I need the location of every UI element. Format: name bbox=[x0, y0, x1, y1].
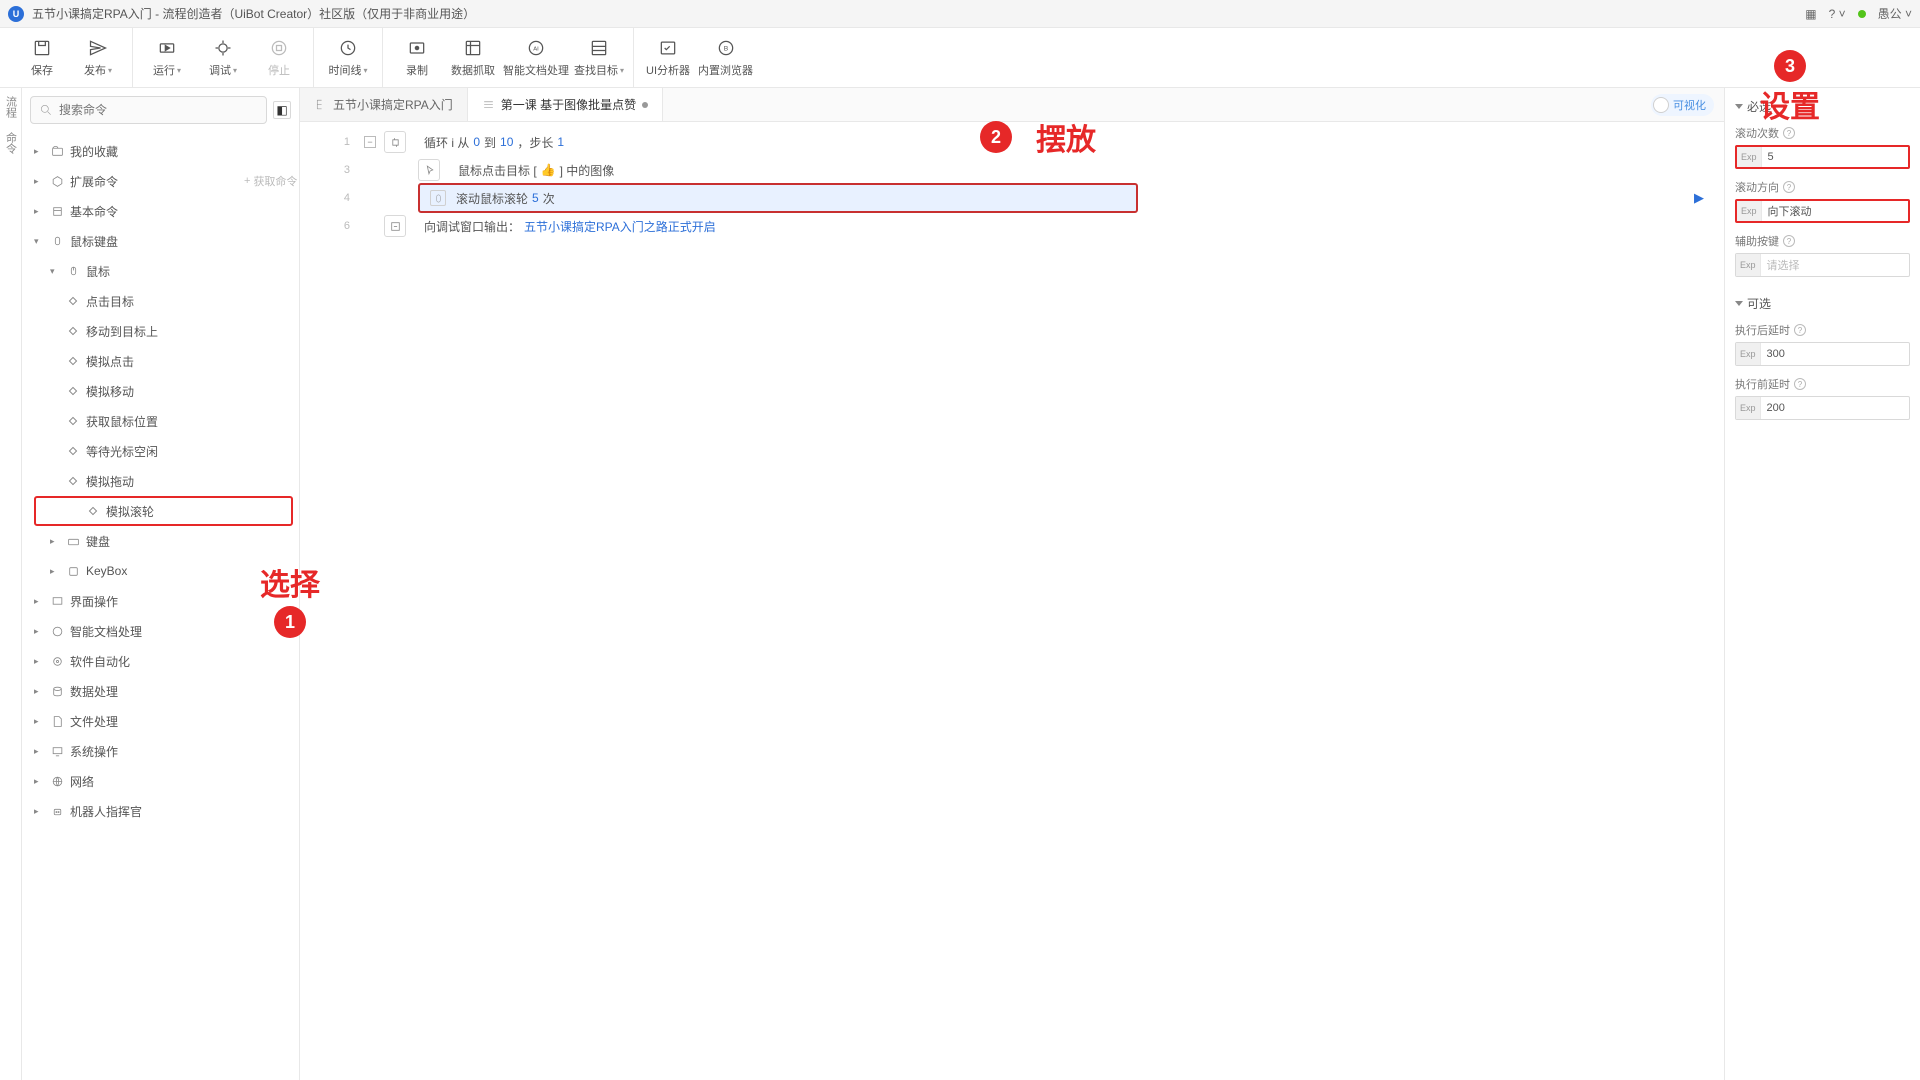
label-scroll-count: 滚动次数? bbox=[1735, 125, 1910, 141]
publish-button[interactable]: 发布▾ bbox=[72, 32, 124, 84]
help-icon[interactable]: ? ˅ bbox=[1829, 7, 1846, 21]
app-title: 五节小课搞定RPA入门 - 流程创造者（UiBot Creator）社区版（仅用… bbox=[32, 5, 475, 22]
scroll-command[interactable]: 滚动鼠标滚轮 5 次 bbox=[418, 183, 1138, 213]
apps-icon[interactable]: ▦ bbox=[1805, 7, 1816, 21]
sidebar-tab-command[interactable]: 命令 bbox=[3, 132, 19, 154]
tree-mouse[interactable]: ▾鼠标 bbox=[22, 256, 299, 286]
svg-text:B: B bbox=[723, 46, 728, 53]
run-step-icon[interactable]: ▶ bbox=[1694, 190, 1704, 206]
user-menu[interactable]: 愚公 ˅ bbox=[1878, 5, 1912, 22]
label-aux-key: 辅助按键? bbox=[1735, 233, 1910, 249]
timeline-button[interactable]: 时间线▾ bbox=[322, 32, 374, 84]
tree-sim-wheel[interactable]: 模拟滚轮 bbox=[34, 496, 293, 526]
tree-smartdoc[interactable]: ▸智能文档处理 bbox=[22, 616, 299, 646]
find-target-button[interactable]: 查找目标▾ bbox=[573, 32, 625, 84]
command-tree: ▸我的收藏 ▸扩展命令+ 获取命令 ▸基本命令 ▾鼠标键盘 ▾鼠标 点击目标 移… bbox=[22, 132, 299, 1080]
tree-dataproc[interactable]: ▸数据处理 bbox=[22, 676, 299, 706]
tree-keyboard[interactable]: ▸键盘 bbox=[22, 526, 299, 556]
collapse-panel-icon[interactable]: ◧ bbox=[273, 101, 291, 119]
run-button[interactable]: 运行▾ bbox=[141, 32, 193, 84]
input-delay-before[interactable]: Exp200 bbox=[1735, 396, 1910, 420]
label-scroll-dir: 滚动方向? bbox=[1735, 179, 1910, 195]
line-number: 3 bbox=[308, 164, 356, 176]
tree-ui-ops[interactable]: ▸界面操作 bbox=[22, 586, 299, 616]
tree-wait-cursor[interactable]: 等待光标空闲 bbox=[22, 436, 299, 466]
tabbar: 五节小课搞定RPA入门 第一课 基于图像批量点赞 可视化 bbox=[300, 88, 1724, 122]
toolbar: 保存 发布▾ 运行▾ 调试▾ 停止 时间线▾ 录制 数据抓取 AI智能文档处理 … bbox=[0, 28, 1920, 88]
status-dot-icon bbox=[1858, 10, 1866, 18]
scroll-icon bbox=[430, 190, 446, 206]
loop-icon bbox=[384, 131, 406, 153]
tree-network[interactable]: ▸网络 bbox=[22, 766, 299, 796]
input-scroll-count[interactable]: Exp5 bbox=[1735, 145, 1910, 169]
titlebar: U 五节小课搞定RPA入门 - 流程创造者（UiBot Creator）社区版（… bbox=[0, 0, 1920, 28]
visual-toggle[interactable]: 可视化 bbox=[1651, 94, 1714, 116]
command-panel: ◧ ▸我的收藏 ▸扩展命令+ 获取命令 ▸基本命令 ▾鼠标键盘 ▾鼠标 点击目标… bbox=[22, 88, 300, 1080]
click-icon bbox=[418, 159, 440, 181]
tree-sim-click[interactable]: 模拟点击 bbox=[22, 346, 299, 376]
label-delay-before: 执行前延时? bbox=[1735, 376, 1910, 392]
smartdoc-button[interactable]: AI智能文档处理 bbox=[503, 32, 569, 84]
tree-fileproc[interactable]: ▸文件处理 bbox=[22, 706, 299, 736]
capture-button[interactable]: 数据抓取 bbox=[447, 32, 499, 84]
input-delay-after[interactable]: Exp300 bbox=[1735, 342, 1910, 366]
tree-keybox[interactable]: ▸KeyBox bbox=[22, 556, 299, 586]
properties-panel: 必选 滚动次数? Exp5 滚动方向? Exp向下滚动 辅助按键? Exp请选择… bbox=[1724, 88, 1920, 1080]
tab-lesson1[interactable]: 第一课 基于图像批量点赞 bbox=[468, 88, 663, 121]
unsaved-dot-icon bbox=[642, 102, 648, 108]
loop-command[interactable]: 循环 i 从 0 到 10 ，步长 1 bbox=[414, 129, 1716, 155]
fold-icon[interactable]: − bbox=[364, 136, 376, 148]
editor-area: 五节小课搞定RPA入门 第一课 基于图像批量点赞 可视化 1 − 循环 i 从 … bbox=[300, 88, 1724, 1080]
tree-sim-drag[interactable]: 模拟拖动 bbox=[22, 466, 299, 496]
sidebar-tab-flow[interactable]: 流程 bbox=[3, 96, 19, 118]
tree-mouse-keyboard[interactable]: ▾鼠标键盘 bbox=[22, 226, 299, 256]
tree-favorites[interactable]: ▸我的收藏 bbox=[22, 136, 299, 166]
line-number: 1 bbox=[308, 136, 356, 148]
app-logo-icon: U bbox=[8, 6, 24, 22]
click-command[interactable]: 鼠标点击目标 [ 👍 ] 中的图像 bbox=[448, 157, 1716, 183]
line-number: 4 bbox=[308, 192, 356, 204]
tree-extensions[interactable]: ▸扩展命令+ 获取命令 bbox=[22, 166, 299, 196]
section-optional[interactable]: 可选 bbox=[1735, 295, 1910, 312]
get-command-link[interactable]: + 获取命令 bbox=[244, 173, 297, 189]
input-aux-key[interactable]: Exp请选择 bbox=[1735, 253, 1910, 277]
stop-button[interactable]: 停止 bbox=[253, 32, 305, 84]
thumbs-up-icon: 👍 bbox=[541, 163, 556, 177]
tree-basic[interactable]: ▸基本命令 bbox=[22, 196, 299, 226]
tree-robot[interactable]: ▸机器人指挥官 bbox=[22, 796, 299, 826]
debug-button[interactable]: 调试▾ bbox=[197, 32, 249, 84]
tree-move-to-target[interactable]: 移动到目标上 bbox=[22, 316, 299, 346]
input-scroll-dir[interactable]: Exp向下滚动 bbox=[1735, 199, 1910, 223]
tree-sysops[interactable]: ▸系统操作 bbox=[22, 736, 299, 766]
output-icon bbox=[384, 215, 406, 237]
ui-analyzer-button[interactable]: UI分析器 bbox=[642, 32, 694, 84]
search-input[interactable] bbox=[30, 96, 267, 124]
label-delay-after: 执行后延时? bbox=[1735, 322, 1910, 338]
record-button[interactable]: 录制 bbox=[391, 32, 443, 84]
line-number: 6 bbox=[308, 220, 356, 232]
tree-softauto[interactable]: ▸软件自动化 bbox=[22, 646, 299, 676]
svg-text:AI: AI bbox=[533, 47, 539, 53]
tab-project[interactable]: 五节小课搞定RPA入门 bbox=[300, 88, 468, 121]
output-command[interactable]: 向调试窗口输出：五节小课搞定RPA入门之路正式开启 bbox=[414, 213, 1716, 239]
browser-button[interactable]: B内置浏览器 bbox=[698, 32, 753, 84]
code-area[interactable]: 1 − 循环 i 从 0 到 10 ，步长 1 3 鼠标点击目标 [ 👍 ] 中… bbox=[300, 122, 1724, 1080]
section-required[interactable]: 必选 bbox=[1735, 98, 1910, 115]
tree-get-pos[interactable]: 获取鼠标位置 bbox=[22, 406, 299, 436]
tree-click-target[interactable]: 点击目标 bbox=[22, 286, 299, 316]
vertical-sidebar: 流程 命令 bbox=[0, 88, 22, 1080]
save-button[interactable]: 保存 bbox=[16, 32, 68, 84]
tree-sim-move[interactable]: 模拟移动 bbox=[22, 376, 299, 406]
